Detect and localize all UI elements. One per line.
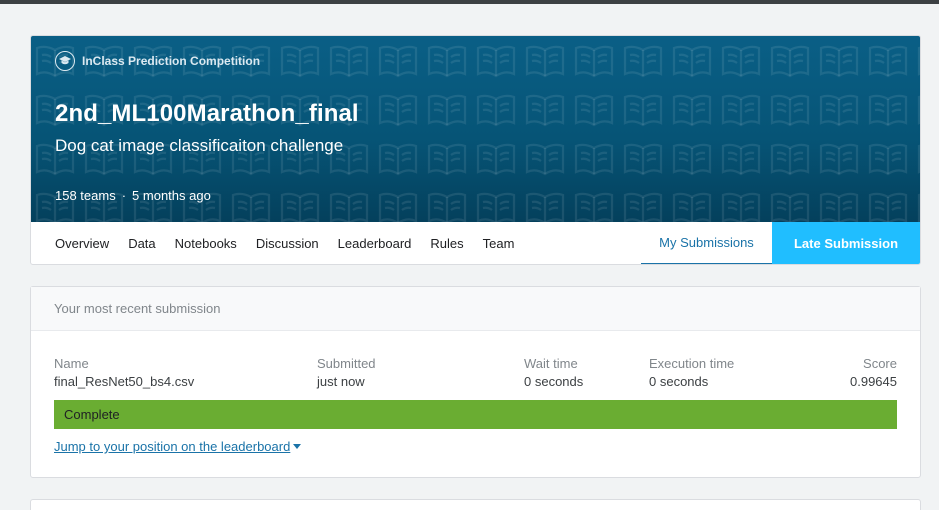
competition-subtitle: Dog cat image classificaiton challenge (55, 136, 344, 155)
wait-time-label: Wait time (524, 356, 578, 371)
submitted-value: just now (317, 374, 365, 389)
tab-team[interactable]: Team (483, 222, 515, 264)
name-label: Name (54, 356, 89, 371)
submission-file-name: final_ResNet50_bs4.csv (54, 374, 195, 389)
score-column: Score 0.99645 (850, 356, 897, 392)
teams-count[interactable]: 158 teams (55, 188, 116, 203)
tab-discussion[interactable]: Discussion (256, 222, 319, 264)
top-bar (0, 0, 939, 4)
meta-separator: · (121, 188, 127, 203)
submitted-label: Submitted (317, 356, 376, 371)
tab-data[interactable]: Data (128, 222, 155, 264)
wait-time-value: 0 seconds (524, 374, 584, 389)
status-text: Complete (64, 407, 120, 422)
competition-type-label: InClass Prediction Competition (82, 54, 261, 68)
jump-link-label: Jump to your position on the leaderboard (54, 439, 291, 454)
recent-submission-card: Your most recent submission Name final_R… (30, 286, 921, 478)
graduation-cap-icon (55, 51, 75, 71)
wait-time-column: Wait time 0 seconds (524, 356, 583, 392)
name-column: Name final_ResNet50_bs4.csv (54, 356, 194, 392)
execution-time-label: Execution time (649, 356, 735, 371)
competition-meta: 158 teams · 5 months ago (55, 188, 211, 203)
recent-submission-heading: Your most recent submission (31, 287, 920, 331)
status-badge: Complete (54, 400, 897, 429)
competition-title: 2nd_ML100Marathon_final (55, 100, 359, 127)
tab-rules[interactable]: Rules (430, 222, 463, 264)
tab-leaderboard[interactable]: Leaderboard (338, 222, 412, 264)
next-card (30, 499, 921, 510)
tab-overview[interactable]: Overview (55, 222, 109, 264)
score-label: Score (863, 356, 897, 371)
late-submission-button[interactable]: Late Submission (772, 222, 920, 264)
tab-notebooks[interactable]: Notebooks (175, 222, 237, 264)
jump-to-leaderboard-link[interactable]: Jump to your position on the leaderboard (54, 439, 302, 454)
execution-time-column: Execution time 0 seconds (649, 356, 734, 392)
competition-header-card: InClass Prediction Competition 2nd_ML100… (30, 35, 921, 265)
submitted-column: Submitted just now (317, 356, 376, 392)
tab-my-submissions[interactable]: My Submissions (641, 222, 772, 264)
competition-tabs: Overview Data Notebooks Discussion Leade… (31, 222, 920, 264)
execution-time-value: 0 seconds (649, 374, 709, 389)
tab-group: Overview Data Notebooks Discussion Leade… (55, 222, 533, 264)
competition-banner: InClass Prediction Competition 2nd_ML100… (31, 36, 920, 222)
competition-type: InClass Prediction Competition (55, 51, 260, 71)
score-value: 0.99645 (850, 374, 897, 389)
caret-down-icon (293, 444, 302, 449)
competition-age: 5 months ago (132, 188, 211, 203)
